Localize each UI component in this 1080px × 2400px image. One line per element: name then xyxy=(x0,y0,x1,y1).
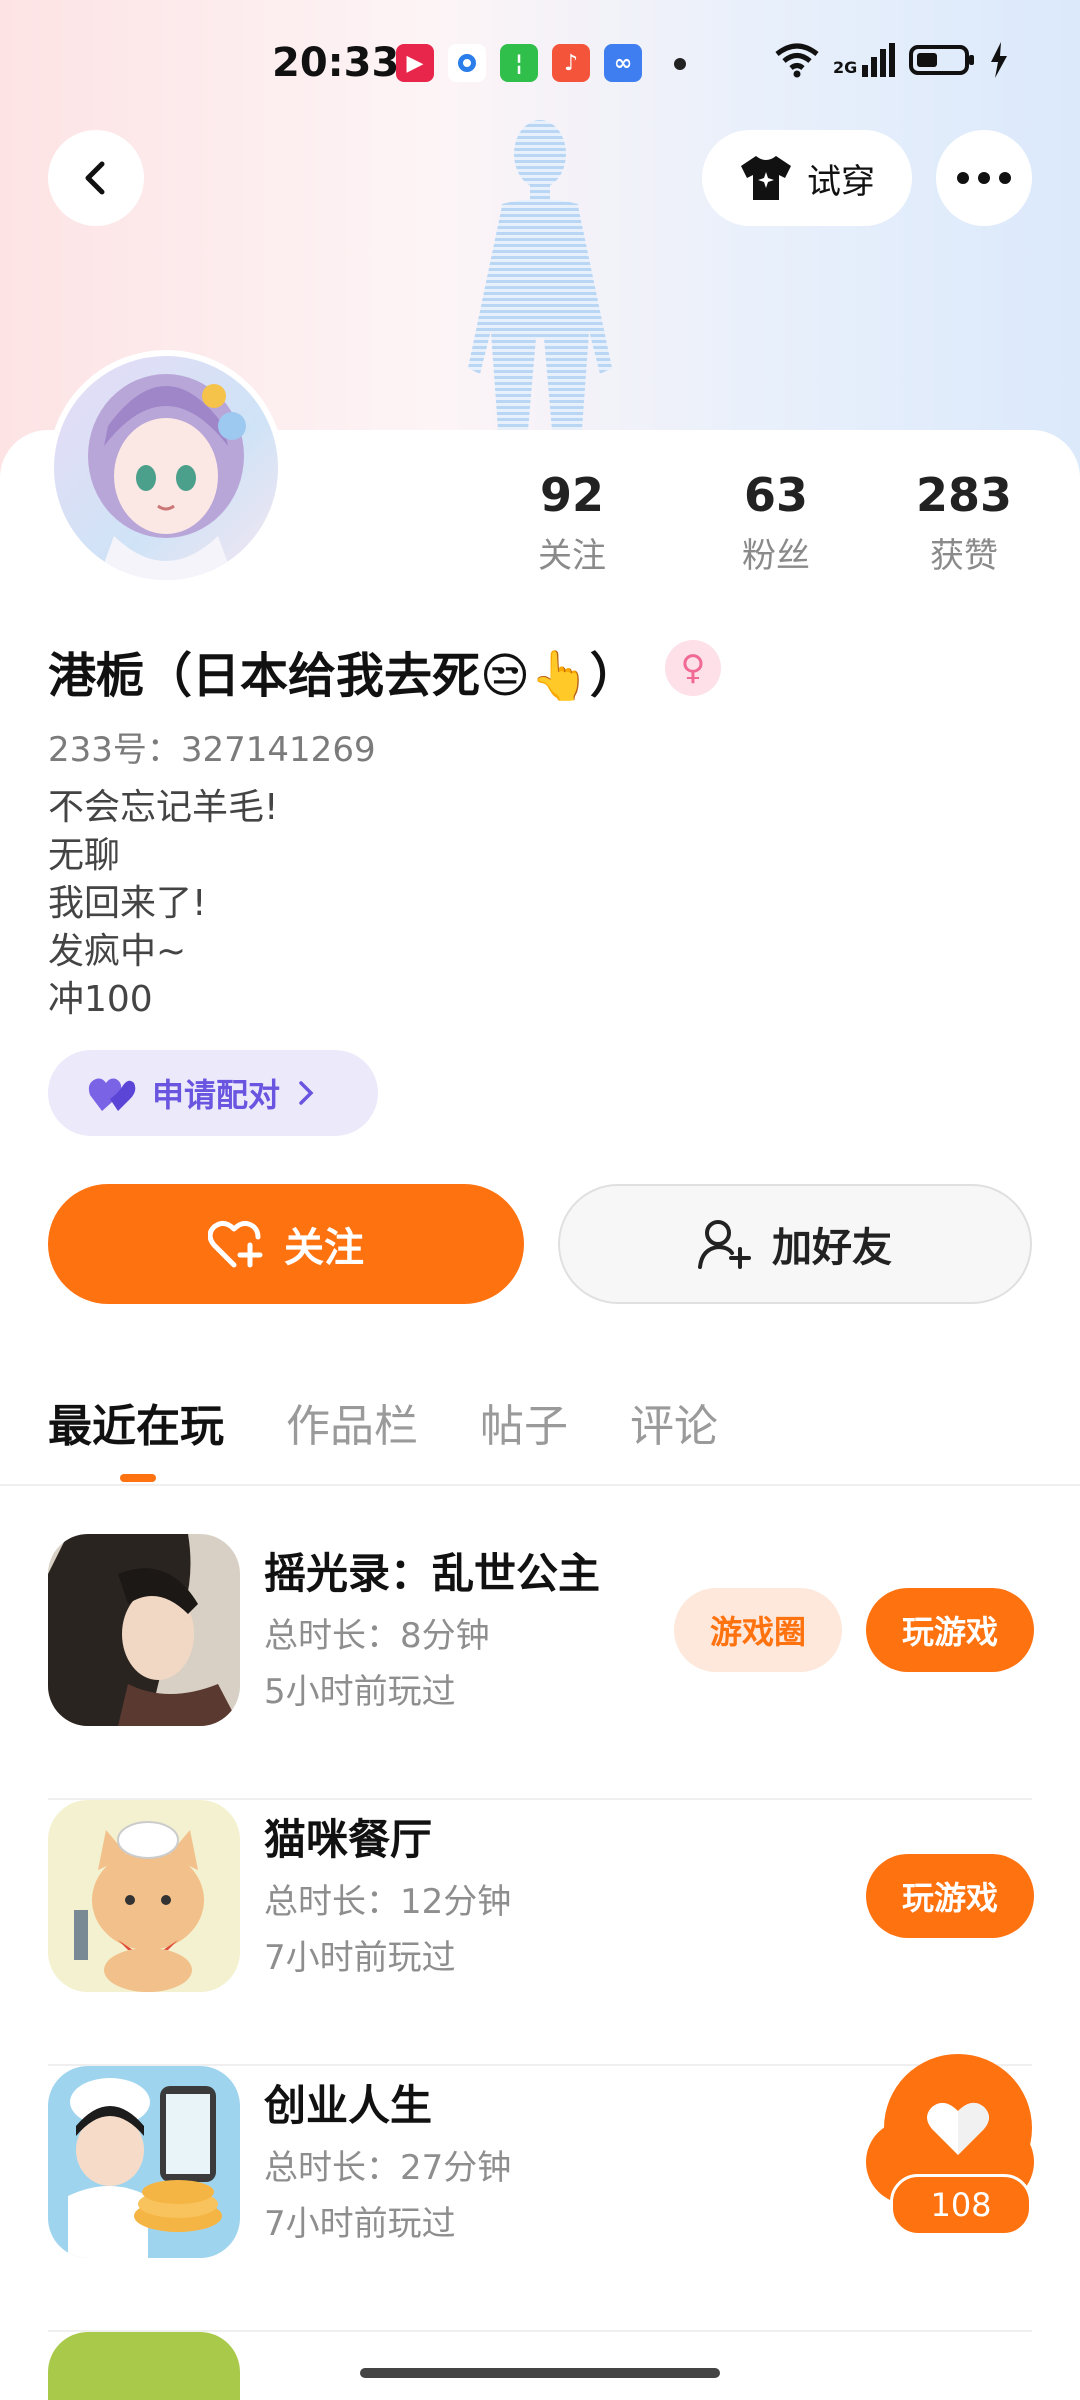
more-notifications-dot xyxy=(674,58,686,70)
add-user-icon xyxy=(698,1220,751,1269)
game-cover-image xyxy=(48,1800,240,1992)
game-duration: 总时长：8分钟 xyxy=(264,1616,490,1656)
browser-app-icon xyxy=(448,44,486,82)
game-icon xyxy=(48,1534,240,1726)
stat-value: 92 xyxy=(539,468,604,522)
wifi-icon xyxy=(775,43,819,78)
stat-likes[interactable]: 283 获赞 xyxy=(878,468,1050,577)
tab-works[interactable]: 作品栏 xyxy=(286,1390,418,1454)
chevron-right-icon xyxy=(299,1081,314,1105)
tab-posts[interactable]: 帖子 xyxy=(480,1390,568,1454)
pair-label: 申请配对 xyxy=(152,1076,281,1114)
game-cover-image xyxy=(48,1534,240,1726)
stat-followers[interactable]: 63 粉丝 xyxy=(674,468,878,577)
chevron-left-icon xyxy=(85,161,105,195)
follow-label: 关注 xyxy=(284,1225,364,1271)
video-app-icon: ▶ xyxy=(396,44,434,82)
avatar-3d-figure xyxy=(468,120,612,430)
heart-plus-icon xyxy=(208,1221,263,1268)
stat-label: 粉丝 xyxy=(742,536,810,576)
music-app-icon: ♪ xyxy=(552,44,590,82)
game-last-played: 5小时前玩过 xyxy=(264,1672,456,1712)
avatar[interactable] xyxy=(48,350,284,586)
add-friend-label: 加好友 xyxy=(772,1225,892,1271)
network-type: 2G xyxy=(833,58,858,77)
bio-line: 发疯中~ xyxy=(48,931,187,972)
stat-label: 关注 xyxy=(538,536,606,576)
add-friend-button[interactable]: 加好友 xyxy=(558,1184,1032,1304)
game-title: 创业人生 xyxy=(264,2081,433,2130)
tab-comments[interactable]: 评论 xyxy=(630,1390,718,1454)
bio: 不会忘记羊毛! 无聊 我回来了! 发疯中~ 冲100 xyxy=(48,784,278,1024)
battery-icon xyxy=(909,45,975,75)
game-icon xyxy=(48,2066,240,2258)
try-on-label: 试穿 xyxy=(807,161,875,202)
double-heart-icon xyxy=(88,1078,136,1111)
stat-value: 63 xyxy=(743,468,808,522)
like-count-badge: 108 xyxy=(890,2174,1032,2236)
anime-avatar-image xyxy=(88,374,246,580)
request-pair-button[interactable]: 申请配对 xyxy=(48,1050,378,1136)
game-last-played: 7小时前玩过 xyxy=(264,1938,456,1978)
game-icon xyxy=(48,1800,240,1992)
bio-line: 无聊 xyxy=(48,835,121,876)
status-bar: 20:33 ▶ ¦ ♪ ∞ 2G xyxy=(0,40,1080,96)
game-cover-image xyxy=(48,2066,240,2258)
notification-icons: ▶ ¦ ♪ ∞ xyxy=(396,44,642,82)
stat-label: 获赞 xyxy=(930,536,998,576)
game-circle-button[interactable]: 游戏圈 xyxy=(674,1588,842,1672)
more-options-button[interactable] xyxy=(936,130,1032,226)
cellular-signal-icon: 2G xyxy=(833,43,896,77)
bio-line: 我回来了! xyxy=(48,883,207,924)
follow-button[interactable]: 关注 xyxy=(48,1184,524,1304)
store-app-icon: ¦ xyxy=(500,44,538,82)
bio-line: 冲100 xyxy=(48,979,153,1020)
profile-stats: 92 关注 63 粉丝 283 获赞 xyxy=(470,468,1050,577)
profile-tabs: 最近在玩 作品栏 帖子 评论 xyxy=(48,1390,718,1454)
active-tab-indicator xyxy=(120,1474,156,1482)
user-id: 233号：327141269 xyxy=(48,730,376,770)
tabs-divider xyxy=(0,1484,1080,1486)
nickname: 港栀（日本给我去死😒👆） xyxy=(48,648,638,704)
stat-following[interactable]: 92 关注 xyxy=(470,468,674,577)
list-item[interactable]: 摇光录：乱世公主 总时长：8分钟 5小时前玩过 游戏圈 玩游戏 xyxy=(48,1534,1080,1800)
game-duration: 总时长：12分钟 xyxy=(264,1882,512,1922)
tab-recently-played[interactable]: 最近在玩 xyxy=(48,1390,224,1454)
play-game-button[interactable]: 玩游戏 xyxy=(866,1854,1034,1938)
game-last-played: 7小时前玩过 xyxy=(264,2204,456,2244)
game-title: 摇光录：乱世公主 xyxy=(264,1549,601,1598)
female-icon: ♀ xyxy=(665,640,721,696)
game-icon-partial xyxy=(48,2332,240,2400)
game-duration: 总时长：27分钟 xyxy=(264,2148,512,2188)
bio-line: 不会忘记羊毛! xyxy=(48,787,279,828)
list-item[interactable]: 猫咪餐厅 总时长：12分钟 7小时前玩过 玩游戏 xyxy=(48,1800,1080,2066)
charging-icon xyxy=(991,42,1008,78)
home-indicator[interactable] xyxy=(360,2368,720,2378)
try-on-button[interactable]: 试穿 xyxy=(702,130,912,226)
infinity-app-icon: ∞ xyxy=(604,44,642,82)
game-title: 猫咪餐厅 xyxy=(264,1815,433,1864)
system-indicators: 2G xyxy=(775,42,1009,78)
heart-icon xyxy=(927,2102,989,2155)
back-button[interactable] xyxy=(48,130,144,226)
play-game-button[interactable]: 玩游戏 xyxy=(866,1588,1034,1672)
stat-value: 283 xyxy=(915,468,1013,522)
status-time: 20:33 xyxy=(272,40,400,86)
more-dots-icon xyxy=(957,172,1011,184)
tshirt-icon xyxy=(741,156,791,200)
